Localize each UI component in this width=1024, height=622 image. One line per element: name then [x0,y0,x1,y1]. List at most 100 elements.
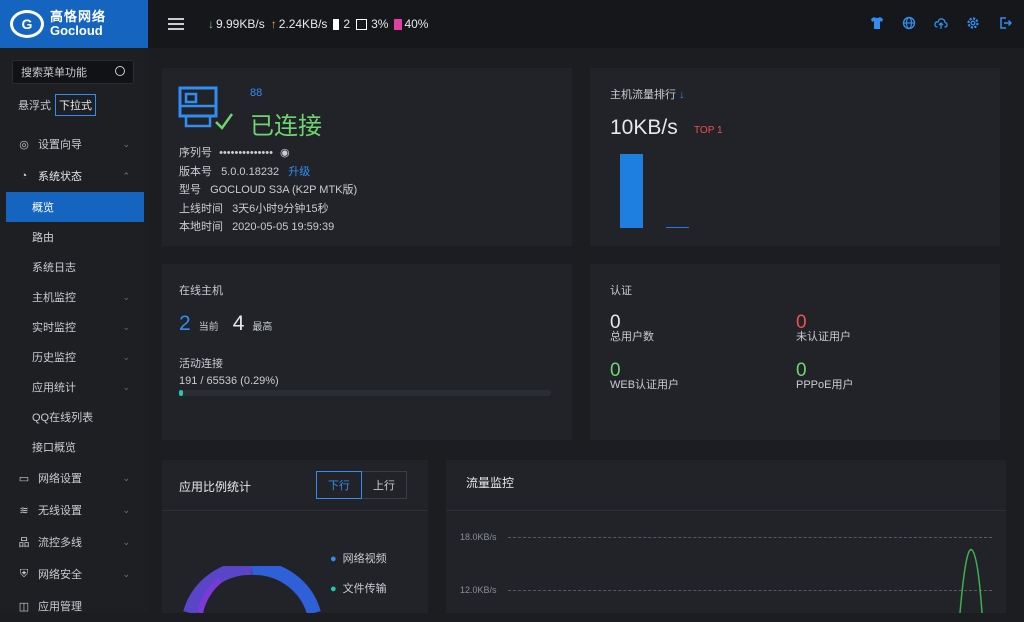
shield-icon: ⛨ [19,567,29,580]
cpu-icon [356,18,368,30]
gridline [508,590,992,591]
router-connected-icon [178,86,234,130]
mode-dropdown-button[interactable]: 下拉式 [55,94,96,116]
divider [162,510,428,511]
traffic-monitor-card: 流量监控 18.0KB/s 12.0KB/s [446,460,1006,613]
nav-network-settings[interactable]: ▭ 网络设置 ⌄ [6,462,144,494]
gridline [508,537,992,538]
menu-search-input[interactable]: 搜索菜单功能 [12,60,134,84]
top-bar: ↓ 9.99KB/s ↑ 2.24KB/s 2 3% 40% [148,0,1024,48]
hosts-max-label: 最高 [252,322,273,333]
shirt-icon[interactable] [870,16,884,30]
nav-system-status[interactable]: ◔ 系统状态 ⌃ [6,160,144,192]
version-row: 版本号 5.0.0.18232 升级 [179,165,311,178]
chevron-down-icon: ⌄ [122,536,130,547]
chevron-down-icon: ⌄ [122,351,130,362]
logout-icon[interactable] [998,16,1012,30]
download-speed: ↓ 9.99KB/s [208,17,265,31]
y-label-mid: 12.0KB/s [460,585,497,595]
y-label-top: 18.0KB/s [460,532,497,542]
host-ranking-card: 主机流量排行 ↓ 10KB/s TOP 1 [590,68,1000,246]
nav-system-log[interactable]: 系统日志 [6,252,144,282]
app-legend: ● 网络视频 ● 文件传输 [330,544,387,604]
sidebar: 搜索菜单功能 悬浮式 下拉式 ◎ 设置向导 ⌄ ◔ 系统状态 ⌃ 概览 路由 系… [0,48,148,613]
conn-value: 191 / 65536 (0.29%) [179,375,279,387]
memory-icon [394,18,403,30]
arrow-down-icon: ↓ [208,17,214,31]
serial-row: 序列号 •••••••••••••• ◉ [179,147,290,159]
legend-dot-icon: ● [330,583,337,595]
nav-app-management[interactable]: ◫ 应用管理 [6,590,144,622]
globe-icon[interactable] [902,16,916,30]
wifi-icon: ≋ [19,504,29,517]
conn-label: 活动连接 [179,358,223,370]
localtime-row: 本地时间 2020-05-05 19:59:39 [179,221,335,233]
ranking-top-label: TOP 1 [694,125,723,136]
logo-en: Gocloud [50,23,103,38]
ranking-bars [620,154,700,228]
chevron-down-icon: ⌄ [122,291,130,302]
nav-qq-online[interactable]: QQ在线列表 [6,402,144,432]
auth-web: 0 [610,360,621,381]
device-card: 88 已连接 序列号 •••••••••••••• ◉ 版本号 5.0.0.18… [162,68,572,246]
compass-icon: ◎ [19,138,29,151]
nav-flow-control[interactable]: 品 流控多线 ⌄ [6,526,144,558]
upload-speed: ↑ 2.24KB/s [270,17,328,31]
auth-total-label: 总用户数 [610,331,654,343]
nav-overview[interactable]: 概览 [6,192,144,222]
nav-wireless-settings[interactable]: ≋ 无线设置 ⌄ [6,494,144,526]
chevron-up-icon: ⌃ [122,170,130,181]
nav-setup-wizard[interactable]: ◎ 设置向导 ⌄ [6,128,144,160]
connection-status: 已连接 [250,113,322,140]
conn-progress-fill [179,390,183,396]
nav-interface-overview[interactable]: 接口概览 [6,432,144,462]
sort-down-icon[interactable]: ↓ [679,89,685,101]
chevron-down-icon: ⌄ [122,504,130,515]
traffic-title: 流量监控 [466,476,515,490]
hosts-current: 2 [179,312,191,335]
sitemap-icon: 品 [18,537,30,549]
nav-host-monitor[interactable]: 主机监控 ⌄ [6,282,144,312]
ranking-value: 10KB/s [610,116,678,139]
auth-web-label: WEB认证用户 [610,379,680,391]
auth-pppoe-label: PPPoE用户 [796,379,854,391]
nav-app-stats[interactable]: 应用统计 ⌄ [6,372,144,402]
ranking-bar [620,154,643,228]
upgrade-link[interactable]: 升级 [288,166,310,178]
nav-routing[interactable]: 路由 [6,222,144,252]
apps-icon: ◫ [18,600,30,613]
nav-network-security[interactable]: ⛨ 网络安全 ⌄ [6,558,144,590]
memory-usage: 40% [394,17,428,31]
chevron-down-icon: ⌄ [122,321,130,332]
tab-downstream[interactable]: 下行 [316,471,362,499]
nav-history-monitor[interactable]: 历史监控 ⌄ [6,342,144,372]
auth-total: 0 [610,312,621,333]
eye-icon[interactable]: ◉ [280,147,290,159]
model-row: 型号 GOCLOUD S3A (K2P MTK版) [179,184,358,196]
legend-file: ● 文件传输 [330,583,387,595]
cpu-usage: 3% [356,17,388,31]
arrow-up-icon: ↑ [270,17,277,31]
ranking-title: 主机流量排行 ↓ [610,89,685,101]
hosts-title: 在线主机 [179,285,223,297]
tab-upstream[interactable]: 上行 [362,471,407,499]
uptime-row: 上线时间 3天6小时9分钟15秒 [179,202,329,215]
cloud-upload-icon[interactable] [934,16,948,30]
traffic-line [959,548,983,613]
hosts-max: 4 [232,312,245,335]
gear-icon[interactable] [966,16,980,30]
legend-video: ● 网络视频 [330,553,387,565]
device-count-label: 88 [250,87,263,99]
search-icon[interactable] [115,66,125,76]
mode-float-button[interactable]: 悬浮式 [14,94,55,116]
auth-title: 认证 [610,285,632,297]
app-stats-card: 应用比例统计 下行 上行 ● 网络视频 ● 文件传输 [162,460,428,613]
auth-unauth: 0 [796,312,807,333]
logo[interactable]: G 高恪网络 Gocloud [0,0,148,48]
device-count: 2 [333,17,350,31]
menu-toggle-icon[interactable] [168,18,184,30]
nav-realtime-monitor[interactable]: 实时监控 ⌄ [6,312,144,342]
app-donut-chart [183,566,321,613]
divider [446,510,1006,511]
phone-icon [333,18,340,30]
